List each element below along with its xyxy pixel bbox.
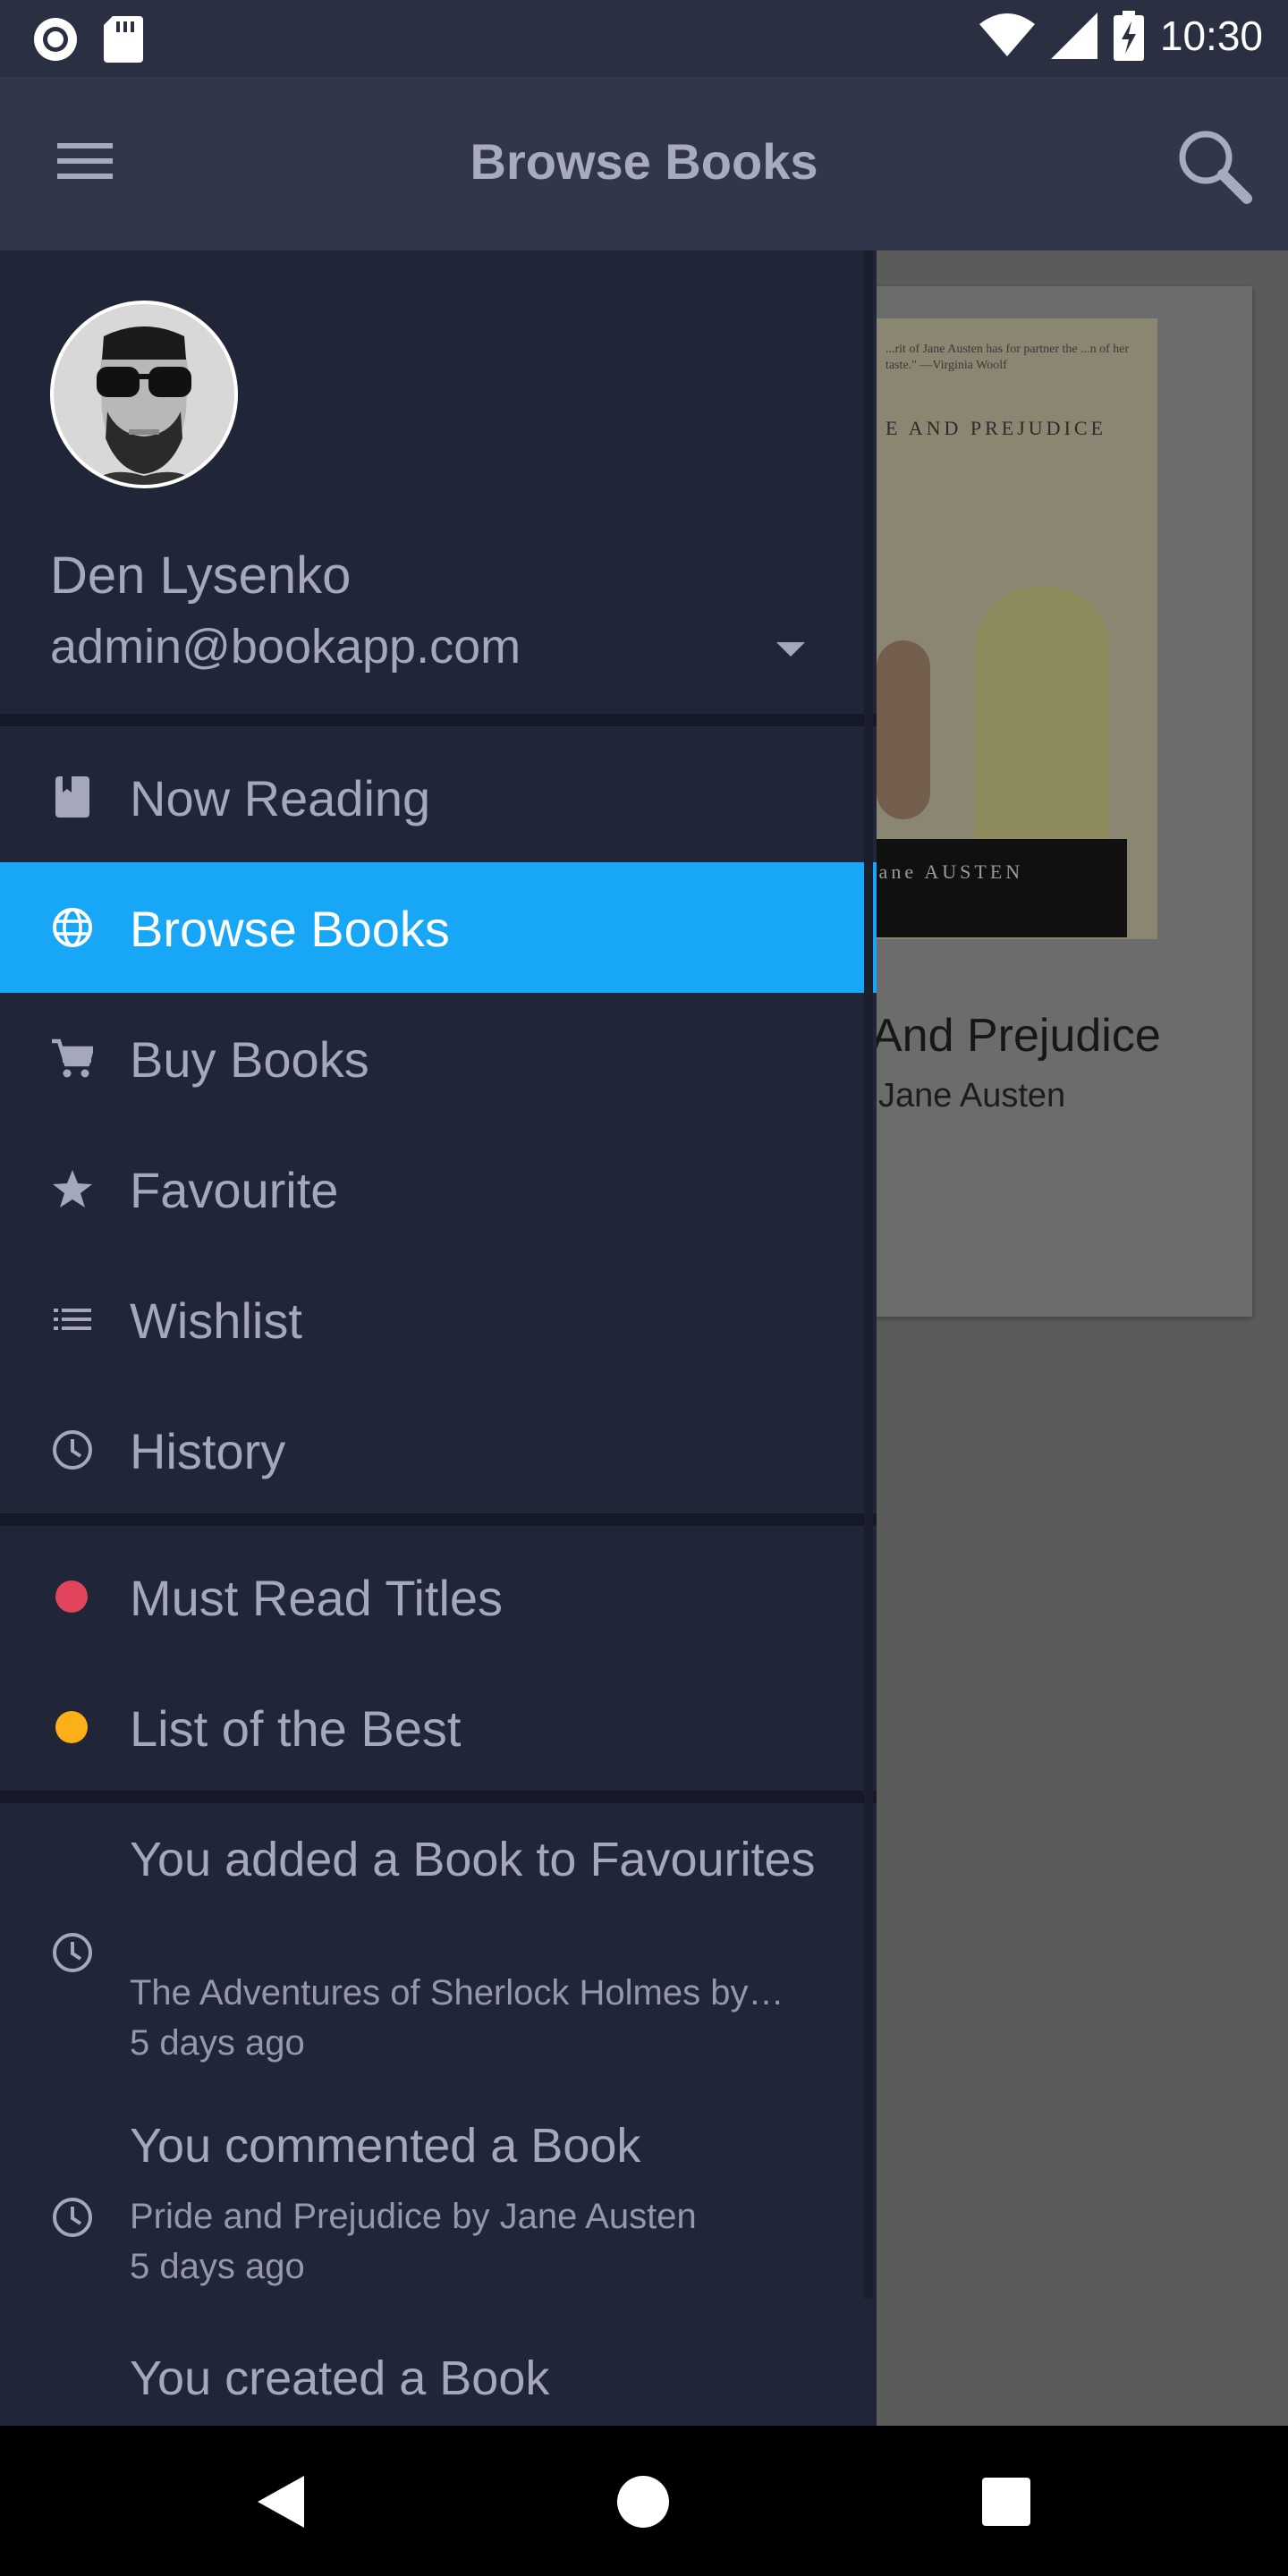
avatar-portrait-icon	[89, 326, 199, 485]
nav-item-favourite[interactable]: Favourite	[0, 1123, 877, 1254]
user-email: admin@bookapp.com	[50, 620, 521, 674]
battery-icon	[1113, 11, 1144, 61]
back-icon[interactable]	[250, 2470, 313, 2533]
cover-figure-left	[877, 640, 930, 819]
cover-author: Jane AUSTEN	[868, 860, 1024, 883]
activity-title: You commented a Book	[130, 2119, 641, 2173]
activity-subtitle: Pride and Prejudice by Jane Austen	[130, 2197, 697, 2236]
nav-item-label: Now Reading	[130, 770, 431, 826]
record-icon	[34, 18, 77, 61]
activity-time: 5 days ago	[130, 2247, 305, 2286]
divider	[0, 1513, 877, 1526]
app-bar: Browse Books	[0, 77, 1288, 250]
nav-item-label: History	[130, 1423, 286, 1479]
globe-icon	[53, 908, 92, 947]
wifi-icon	[979, 13, 1035, 56]
clock-icon	[53, 2198, 92, 2237]
avatar[interactable]	[50, 301, 238, 488]
activity-time: 5 days ago	[130, 2023, 305, 2063]
book-title: And Prejudice	[871, 1010, 1161, 1062]
nav-item-now-reading[interactable]: Now Reading	[0, 732, 877, 862]
nav-item-label: Wishlist	[130, 1292, 302, 1349]
system-nav-bar	[0, 2426, 1288, 2576]
user-name: Den Lysenko	[50, 547, 352, 605]
status-time: 10:30	[1159, 13, 1263, 59]
nav-item-label: Browse Books	[130, 901, 450, 957]
activity-item[interactable]: You added a Book to Favourites The Adven…	[0, 1809, 877, 2068]
nav-item-wishlist[interactable]: Wishlist	[0, 1254, 877, 1385]
nav-item-buy-books[interactable]: Buy Books	[0, 993, 877, 1123]
list-label: List of the Best	[130, 1700, 462, 1757]
list-label: Must Read Titles	[130, 1570, 504, 1626]
book-cover: ...rit of Jane Austen has for partner th…	[859, 318, 1157, 939]
divider	[0, 714, 877, 726]
search-icon[interactable]	[1174, 125, 1254, 206]
star-icon	[53, 1170, 92, 1208]
cover-blurb: ...rit of Jane Austen has for partner th…	[886, 343, 1130, 372]
clock-icon	[53, 1430, 92, 1470]
recents-icon[interactable]	[975, 2470, 1038, 2533]
cover-author-band	[859, 839, 1127, 937]
drawer-scrollbar[interactable]	[864, 250, 873, 2299]
clock-icon	[53, 1933, 92, 1972]
list-item-must-read-titles[interactable]: Must Read Titles	[0, 1531, 877, 1662]
nav-item-label: Favourite	[130, 1162, 339, 1218]
list-item-list-of-the-best[interactable]: List of the Best	[0, 1662, 877, 1792]
cover-title: E AND PREJUDICE	[886, 417, 1107, 439]
activity-item[interactable]: You created a Book	[0, 2327, 877, 2426]
navigation-drawer: Den Lysenko admin@bookapp.com Now Readin…	[0, 250, 877, 2426]
home-icon[interactable]	[612, 2470, 674, 2533]
sd-card-icon	[104, 16, 143, 63]
nav-item-browse-books[interactable]: Browse Books	[0, 862, 877, 993]
activity-title: You created a Book	[130, 2351, 550, 2405]
cart-icon	[52, 1038, 93, 1078]
list-icon	[54, 1309, 91, 1330]
divider	[0, 1791, 877, 1803]
book-author: Jane Austen	[878, 1077, 1066, 1114]
cell-signal-icon	[1050, 13, 1097, 59]
book-icon	[55, 776, 89, 818]
nav-item-history[interactable]: History	[0, 1385, 877, 1515]
activity-subtitle: The Adventures of Sherlock Holmes by…	[130, 1973, 784, 2012]
activity-title: You added a Book to Favourites	[130, 1833, 816, 1886]
dropdown-arrow-icon[interactable]	[771, 637, 810, 662]
red-dot-icon	[55, 1580, 88, 1613]
orange-dot-icon	[55, 1711, 88, 1743]
status-bar: 10:30	[0, 0, 1288, 77]
nav-item-label: Buy Books	[130, 1031, 369, 1088]
page-title: Browse Books	[470, 133, 818, 190]
activity-item[interactable]: You commented a Book Pride and Prejudice…	[0, 2095, 877, 2309]
